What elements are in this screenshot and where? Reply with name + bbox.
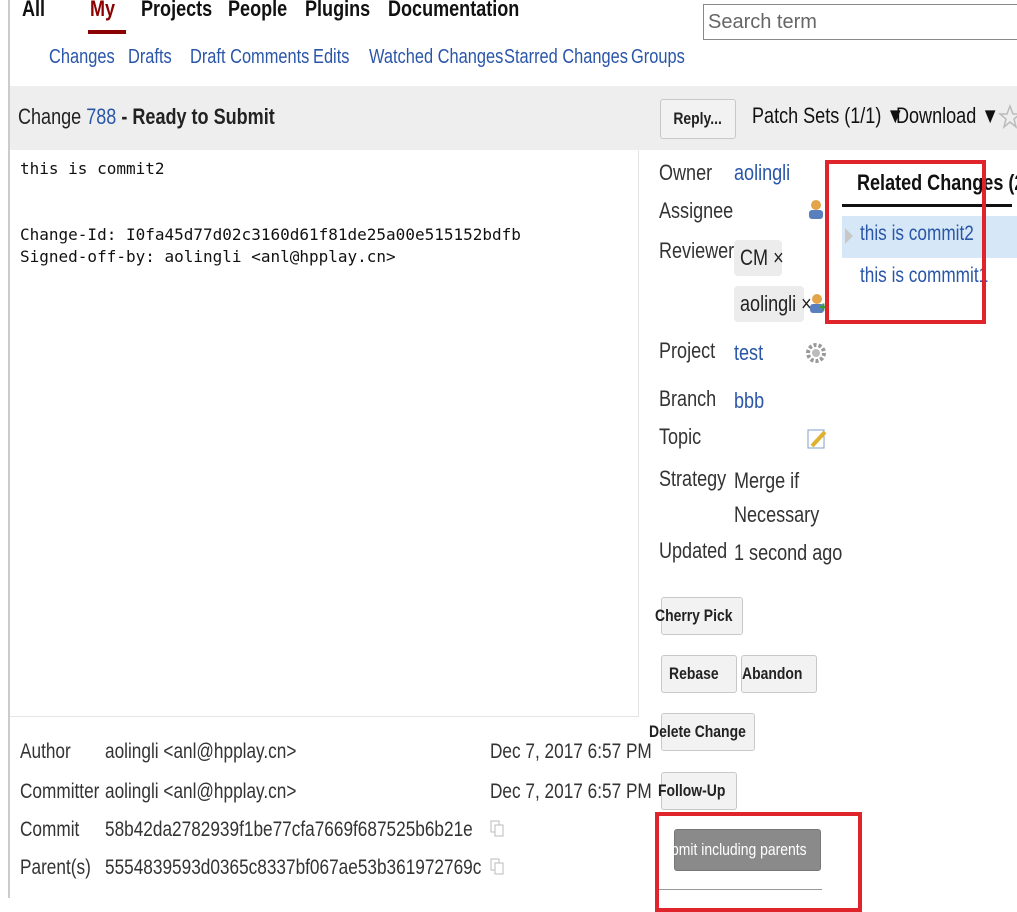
message-panel-bottom-border [10, 716, 639, 717]
strategy-value-line1: Merge if [734, 468, 800, 493]
updated-label: Updated [659, 538, 728, 563]
nav-documentation[interactable]: Documentation [388, 0, 548, 22]
committer-date: Dec 7, 2017 6:57 PM [490, 780, 652, 803]
annotation-box-related [825, 160, 986, 324]
nav-projects[interactable]: Projects [141, 0, 228, 22]
branch-label: Branch [659, 386, 717, 411]
edit-assignee-icon[interactable] [804, 198, 826, 220]
subnav-edits[interactable]: Edits [313, 46, 357, 69]
abandon-button[interactable]: Abandon [741, 655, 817, 693]
nav-active-indicator [88, 30, 126, 34]
change-status: - Ready to Submit [121, 104, 275, 129]
change-id-line: Change-Id: I0fa45d77d02c3160d61f81de25a0… [20, 225, 521, 244]
commit-hash: 58b42da2782939f1be77cfa7669f687525b6b21e [105, 818, 473, 841]
nav-people[interactable]: People [228, 0, 300, 22]
topic-label: Topic [659, 424, 702, 449]
message-panel-border [638, 150, 639, 716]
nav-my[interactable]: My [90, 0, 121, 22]
change-number-link[interactable]: 788 [86, 104, 116, 129]
branch-link[interactable]: bbb [734, 388, 771, 414]
strategy-label: Strategy [659, 466, 727, 491]
rebase-button[interactable]: Rebase [661, 655, 737, 693]
signed-off-line: Signed-off-by: aolingli <anl@hpplay.cn> [20, 247, 396, 266]
strategy-value-line2: Necessary [734, 502, 820, 527]
author-label: Author [20, 740, 71, 763]
search-input[interactable] [703, 4, 1017, 40]
nav-plugins[interactable]: Plugins [305, 0, 384, 22]
committer-link[interactable]: aolingli <anl@hpplay.cn> [105, 780, 338, 804]
subnav-drafts[interactable]: Drafts [128, 46, 181, 69]
parents-label: Parent(s) [20, 856, 91, 879]
edit-topic-icon[interactable] [806, 428, 828, 450]
project-label: Project [659, 338, 716, 363]
reviewer-chip-aolingli[interactable]: aolingli × [734, 286, 812, 322]
cherry-pick-button[interactable]: Cherry Pick [655, 597, 743, 635]
star-icon[interactable] [998, 104, 1017, 130]
commit-label: Commit [20, 818, 80, 841]
updated-value: 1 second ago [734, 540, 843, 565]
subnav-changes[interactable]: Changes [49, 46, 129, 69]
project-link[interactable]: test [734, 340, 769, 366]
subnav-groups[interactable]: Groups [631, 46, 697, 69]
owner-label: Owner [659, 160, 713, 185]
commit-message: this is commit2 Change-Id: I0fa45d77d02c3… [20, 158, 521, 268]
committer-label: Committer [20, 780, 100, 803]
author-link[interactable]: aolingli <anl@hpplay.cn> [105, 740, 338, 764]
reviewer-chip-cm[interactable]: CM × [734, 240, 784, 276]
copy-parent-icon[interactable] [490, 858, 504, 876]
annotation-box-submit [655, 812, 862, 912]
gear-icon[interactable] [805, 342, 827, 364]
copy-commit-icon[interactable] [490, 820, 504, 838]
change-title: Change 788 - Ready to Submit [18, 104, 331, 130]
change-label: Change [18, 104, 82, 129]
commit-subject: this is commit2 [20, 159, 165, 178]
reply-button[interactable]: Reply... [660, 99, 736, 139]
assignee-label: Assignee [659, 198, 734, 223]
nav-all[interactable]: All [22, 0, 50, 22]
author-date: Dec 7, 2017 6:57 PM [490, 740, 652, 763]
owner-link[interactable]: aolingli [734, 160, 803, 186]
